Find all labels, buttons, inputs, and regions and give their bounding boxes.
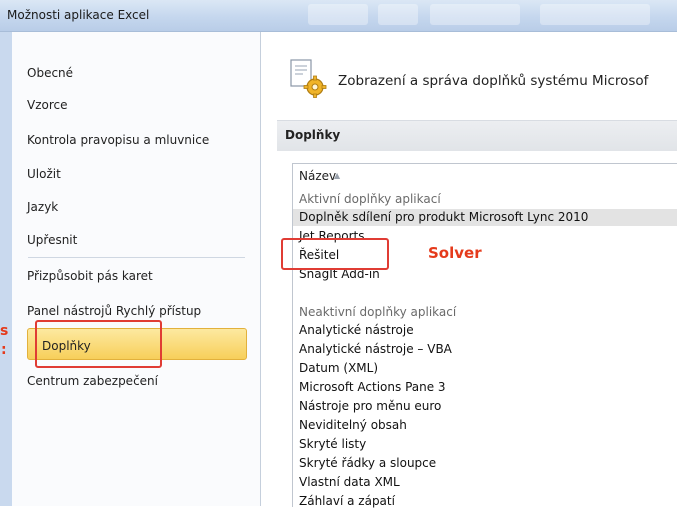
list-item-analyticke-nastroje-vba[interactable]: Analytické nástroje – VBA [299,342,452,356]
annotation-fragment: : [1,342,7,358]
window-frame [0,32,12,506]
column-header-nazev[interactable]: Název [299,169,336,183]
nav-item-prizpusobit-pas-karet[interactable]: Přizpůsobit pás karet [27,269,153,283]
annotation-box-resitel [281,238,389,270]
annotation-box-doplnky [35,320,162,368]
list-item-euro-tools[interactable]: Nástroje pro měnu euro [299,399,441,413]
blurred-background-tab [308,4,368,25]
blurred-background-tab [430,4,520,25]
nav-item-vzorce[interactable]: Vzorce [27,98,68,112]
list-item-actions-pane[interactable]: Microsoft Actions Pane 3 [299,380,446,394]
list-item-skryte-radky[interactable]: Skryté řádky a sloupce [299,456,436,470]
window-title: Možnosti aplikace Excel [7,8,150,22]
group-label-active: Aktivní doplňky aplikací [299,192,441,206]
list-item-datum-xml[interactable]: Datum (XML) [299,361,378,375]
addins-gear-icon [290,59,327,98]
annotation-fragment: s [0,323,9,339]
nav-item-centrum-zabezpeceni[interactable]: Centrum zabezpečení [27,374,158,388]
nav-item-upresnit[interactable]: Upřesnit [27,233,77,247]
nav-item-obecne[interactable]: Obecné [27,66,73,80]
section-title: Doplňky [285,128,341,142]
nav-item-panel-rychly-pristup[interactable]: Panel nástrojů Rychlý přístup [27,304,201,318]
group-label-inactive: Neaktivní doplňky aplikací [299,305,457,319]
nav-item-ulozit[interactable]: Uložit [27,167,61,181]
nav-item-jazyk[interactable]: Jazyk [27,200,58,214]
blurred-background-tab [540,4,650,25]
list-item-analyticke-nastroje[interactable]: Analytické nástroje [299,323,414,337]
list-item-vlastni-data-xml[interactable]: Vlastní data XML [299,475,400,489]
nav-item-kontrola-pravopisu[interactable]: Kontrola pravopisu a mluvnice [27,133,209,147]
page-title: Zobrazení a správa doplňků systému Micro… [338,73,649,89]
nav-separator [28,257,245,258]
annotation-solver-label: Solver [428,244,482,262]
blurred-background-tab [378,4,418,25]
list-item-skryte-listy[interactable]: Skryté listy [299,437,366,451]
sort-ascending-icon: ▲ [334,171,341,180]
list-item-lync-addin[interactable]: Doplněk sdílení pro produkt Microsoft Ly… [299,210,588,224]
list-item-neviditelny-obsah[interactable]: Neviditelný obsah [299,418,407,432]
